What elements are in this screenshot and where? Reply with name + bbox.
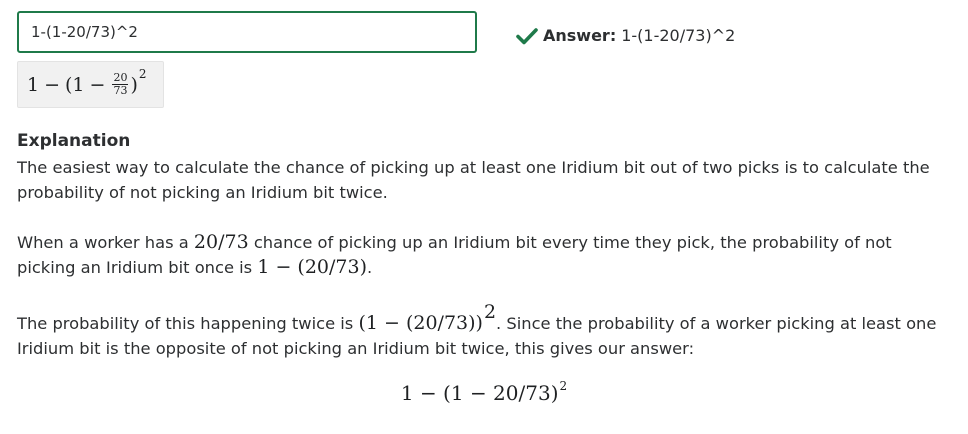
answer-input[interactable] bbox=[17, 11, 477, 53]
preview-minus-2: − bbox=[89, 73, 106, 96]
preview-one: 1 bbox=[27, 73, 40, 96]
p2-math-expression: 1 − (20/73) bbox=[257, 256, 367, 278]
p3-math-expression: (1 − (20/73)) bbox=[358, 312, 483, 334]
p2-text-c: . bbox=[367, 258, 373, 277]
preview-open: (1 bbox=[65, 73, 85, 96]
math-preview: 1 − (1 − 20 73 ) 2 bbox=[17, 61, 164, 108]
explanation-heading: Explanation bbox=[17, 131, 131, 151]
p2-text-a: When a worker has a bbox=[17, 233, 194, 252]
answer-status: Answer: 1-(1-20/73)^2 bbox=[516, 26, 735, 45]
p3-math-exponent: 2 bbox=[483, 301, 497, 323]
preview-minus: − bbox=[44, 73, 61, 96]
explanation-paragraph-1: The easiest way to calculate the chance … bbox=[17, 158, 930, 202]
check-icon bbox=[516, 27, 538, 45]
fraction-denominator: 73 bbox=[113, 84, 128, 97]
answer-label: Answer: bbox=[543, 26, 617, 45]
answer-value: 1-(1-20/73)^2 bbox=[621, 26, 736, 45]
preview-close: ) bbox=[130, 73, 138, 96]
explanation-paragraph-3: The probability of this happening twice … bbox=[17, 301, 952, 361]
final-equation-body: 1 − (1 − 20/73) bbox=[400, 381, 559, 405]
preview-exponent: 2 bbox=[138, 66, 147, 81]
final-equation-exponent: 2 bbox=[559, 379, 568, 393]
explanation-paragraph-2: When a worker has a 20/73 chance of pick… bbox=[17, 230, 952, 280]
p3-text-a: The probability of this happening twice … bbox=[17, 314, 359, 333]
p2-math-fraction: 20/73 bbox=[193, 231, 249, 253]
preview-fraction: 20 73 bbox=[112, 72, 129, 97]
final-answer-equation: 1 − (1 − 20/73)2 bbox=[0, 379, 968, 405]
